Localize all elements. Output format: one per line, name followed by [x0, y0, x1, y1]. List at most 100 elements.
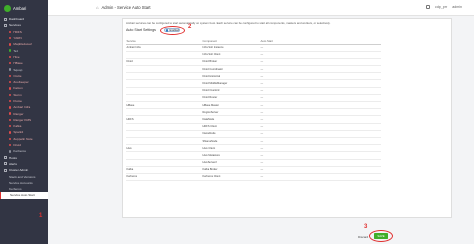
step-marker-1: 1 [39, 213, 43, 219]
sidebar-item-label: YARN [13, 36, 22, 41]
sidebar-item-label: Hive [13, 54, 20, 59]
component-cell: HDFS Client [202, 123, 260, 131]
table-row: HDFS DataNode — [126, 115, 381, 124]
nav-section-icon [4, 17, 7, 21]
status-dot-icon [9, 125, 12, 128]
auto-start-cell[interactable]: — [260, 159, 381, 167]
discard-button[interactable]: Discard [358, 235, 368, 239]
sidebar-item-label: Ranger KMS [13, 117, 32, 122]
table-row: Druid Coordinator — [126, 65, 381, 74]
page-title-text: Admin - Service Auto Start [101, 5, 151, 10]
auto-start-cell[interactable]: — [260, 79, 381, 88]
status-dot-icon [9, 80, 12, 84]
auto-start-cell[interactable]: — [260, 94, 381, 103]
component-cell: HiveServer2 [202, 159, 260, 167]
auto-start-cell[interactable]: — [260, 108, 381, 117]
table-row: NameNode — [126, 130, 381, 138]
table-row: Druid Historical — [126, 72, 381, 81]
auto-start-cell[interactable]: — [260, 72, 381, 81]
sidebar-item-service-auto-start[interactable]: Service Auto Start [0, 192, 48, 199]
service-cell [126, 123, 202, 131]
table-row: SNameNode — [126, 137, 381, 146]
auto-start-cell[interactable]: — [260, 151, 381, 160]
table-row: Infra Solr Client — [126, 51, 381, 59]
auto-start-panel: Ambari services can be configured to sta… [122, 18, 452, 218]
status-dot-icon [9, 99, 12, 103]
ambari-logo-icon [4, 4, 11, 12]
status-dot-icon [9, 131, 12, 134]
auto-start-cell[interactable]: — [260, 144, 381, 153]
nav-section-icon [4, 168, 7, 172]
auto-start-cell[interactable]: — [260, 51, 381, 59]
cluster-name[interactable]: cdp_prr [435, 5, 447, 9]
sidebar-item-label: Sqoop [13, 67, 23, 72]
auto-start-cell[interactable]: — [260, 130, 381, 138]
table-row: Hive Hive Client — [126, 144, 381, 153]
table-row: Ambari Infra Infra Solr Instance — [126, 44, 381, 52]
auto-start-cell[interactable]: — [260, 101, 381, 110]
service-cell [126, 94, 202, 103]
sidebar-item-label: MapReduce2 [13, 42, 32, 47]
home-icon[interactable]: ⌂ [96, 5, 99, 10]
auto-start-cell[interactable]: — [260, 115, 381, 124]
component-cell: HBase Master [202, 101, 260, 110]
status-dot-icon [9, 93, 12, 96]
sidebar-item-label: Spark2 [13, 130, 24, 135]
sidebar-item-label: Tez [13, 48, 19, 53]
grid-icon[interactable] [426, 5, 431, 9]
nav-section-icon [4, 156, 7, 160]
component-cell: RegionServer [202, 108, 260, 117]
table-row: Druid Druid Broker — [126, 58, 381, 67]
highlight-ellipse-save [369, 230, 393, 242]
sidebar: Dashboard Services HDFS YARN MapReduce2 Tez Hi… [0, 16, 48, 244]
sidebar-item-label: Kerberos [13, 149, 26, 154]
auto-start-cell[interactable]: — [260, 166, 381, 174]
service-cell: HBase [126, 101, 202, 110]
sidebar-item-label: Ambari Infra [13, 105, 31, 110]
status-dot-icon [9, 43, 12, 46]
auto-start-cell[interactable]: — [260, 65, 381, 74]
service-table: Service Component Auto Start Ambari Infr… [126, 39, 381, 182]
auto-start-cell[interactable]: — [260, 58, 381, 67]
table-row: Kerberos Kerberos Client — [126, 173, 381, 182]
component-cell: NameNode [202, 130, 260, 138]
service-cell: Hive [126, 144, 202, 153]
auto-start-cell[interactable]: — [260, 87, 381, 95]
status-dot-icon [9, 143, 12, 147]
component-cell: DataNode [202, 115, 260, 124]
app-name: Ambari [13, 5, 27, 11]
service-cell [126, 108, 202, 117]
component-cell: Druid MiddleManager [202, 79, 260, 88]
sidebar-item-label: ZooKeeper [13, 80, 29, 85]
nav-section-icon [4, 23, 7, 27]
component-cell: Hive Client [202, 144, 260, 153]
service-cell [126, 151, 202, 160]
brand[interactable]: Ambari [0, 0, 48, 16]
sidebar-item-label: Storm [13, 92, 22, 97]
service-cell [126, 79, 202, 88]
component-cell: Druid Historical [202, 72, 260, 81]
top-right-controls: cdp_prr admin [426, 5, 462, 9]
auto-start-cell[interactable]: — [260, 123, 381, 131]
sidebar-item-label: HBase [13, 61, 23, 66]
auto-start-cell[interactable]: — [260, 137, 381, 146]
page-title: ⌂ Admin - Service Auto Start [96, 5, 151, 10]
component-cell: SNameNode [202, 137, 260, 146]
user-menu[interactable]: admin [452, 5, 462, 9]
service-cell: Kerberos [126, 173, 202, 182]
sidebar-item-label: Zeppelin Note [13, 136, 33, 141]
status-dot-icon [9, 68, 12, 71]
section-title: Auto Start Settings [126, 28, 156, 32]
status-dot-icon [9, 49, 12, 52]
table-row: Hive Metastore — [126, 151, 381, 160]
auto-start-cell[interactable]: — [260, 173, 381, 182]
table-row: Druid MiddleManager — [126, 79, 381, 88]
auto-start-cell[interactable]: — [260, 44, 381, 52]
status-dot-icon [9, 30, 12, 33]
sidebar-item-label: Kerberos [9, 187, 22, 192]
step-marker-3: 3 [364, 224, 368, 230]
component-cell: Kerberos Client [202, 173, 260, 182]
table-row: HDFS Client — [126, 123, 381, 131]
sidebar-item-label: Druid [13, 143, 21, 148]
status-dot-icon [9, 62, 12, 65]
